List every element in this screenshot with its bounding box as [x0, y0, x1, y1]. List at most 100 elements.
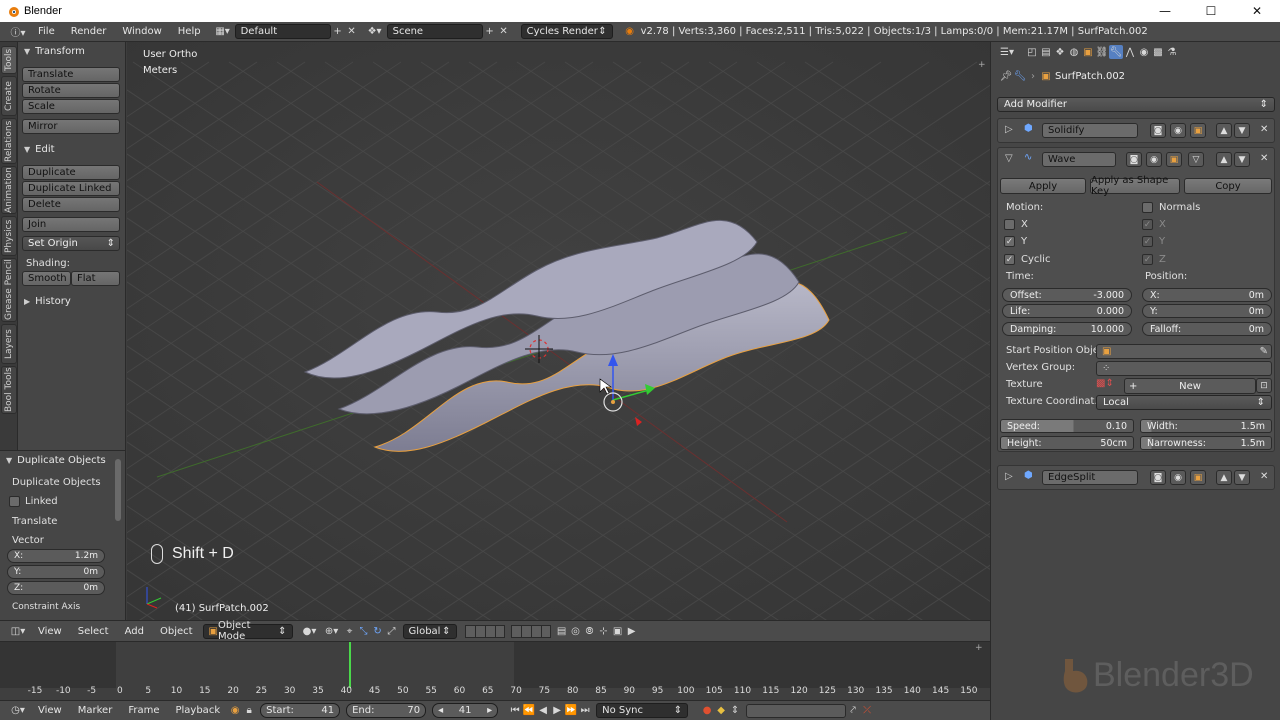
- scene-tab-icon[interactable]: ❖: [1053, 45, 1067, 59]
- render-tab-icon[interactable]: ◰: [1025, 45, 1039, 59]
- remove-modifier-icon[interactable]: ✕: [1260, 471, 1268, 482]
- vertex-group-field[interactable]: ⁘: [1096, 361, 1272, 376]
- add-scene-icon[interactable]: +: [483, 25, 497, 39]
- keying-chevron-icon[interactable]: ⇕: [728, 704, 742, 718]
- close-window-button[interactable]: ✕: [1234, 0, 1280, 22]
- move-down-icon[interactable]: ▼: [1234, 152, 1250, 167]
- remove-modifier-icon[interactable]: ✕: [1260, 153, 1268, 164]
- tab-create[interactable]: Create: [1, 76, 17, 116]
- normals-checkbox[interactable]: [1142, 202, 1153, 213]
- preview-range-icon[interactable]: ◉: [228, 704, 242, 718]
- mirror-button[interactable]: Mirror: [22, 119, 120, 134]
- menu-window[interactable]: Window: [114, 26, 169, 37]
- vector-z-field[interactable]: Z: 0m: [7, 581, 105, 595]
- set-origin-menu[interactable]: Set Origin ⇕: [22, 236, 120, 251]
- transform-panel-header[interactable]: ▼ Transform: [18, 43, 85, 59]
- move-up-icon[interactable]: ▲: [1216, 123, 1232, 138]
- move-up-icon[interactable]: ▲: [1216, 470, 1232, 485]
- editor-type-3d-icon[interactable]: ◫▾: [6, 624, 30, 638]
- world-tab-icon[interactable]: ◍: [1067, 45, 1081, 59]
- damping-field[interactable]: Damping: 10.000: [1002, 322, 1132, 336]
- render-toggle-icon[interactable]: ◙: [1150, 123, 1166, 138]
- tab-physics[interactable]: Physics: [1, 216, 17, 256]
- tab-relations[interactable]: Relations: [1, 118, 17, 164]
- position-x-field[interactable]: X: 0m: [1142, 288, 1272, 302]
- duplicate-linked-button[interactable]: Duplicate Linked: [22, 181, 120, 196]
- minimize-button[interactable]: —: [1142, 0, 1188, 22]
- vector-x-field[interactable]: X: 1.2m: [7, 549, 105, 563]
- pivot-point-icon[interactable]: ⊕▾: [321, 624, 343, 638]
- editor-type-timeline-icon[interactable]: ◷▾: [6, 704, 30, 718]
- timeline-expand-icon[interactable]: +: [975, 643, 983, 653]
- modifiers-tab-icon[interactable]: 🔧︎: [1109, 45, 1123, 59]
- editmode-toggle-icon[interactable]: ▣: [1190, 470, 1206, 485]
- manipulator-toggle-icon[interactable]: ⌖: [343, 624, 357, 638]
- rotate-button[interactable]: Rotate: [22, 83, 120, 98]
- jump-end-icon[interactable]: ⏭: [578, 704, 592, 718]
- add-modifier-menu[interactable]: Add Modifier ⇕: [997, 97, 1275, 112]
- editor-type-properties-icon[interactable]: ☰▾: [995, 45, 1019, 59]
- keying-set-icon[interactable]: ◆: [714, 704, 728, 718]
- end-frame-field[interactable]: End: 70: [346, 703, 427, 718]
- triangle-right-icon[interactable]: ▷: [1005, 471, 1013, 482]
- menu-object[interactable]: Object: [152, 626, 201, 637]
- edit-panel-header[interactable]: ▼ Edit: [18, 141, 55, 157]
- tab-animation[interactable]: Animation: [1, 166, 17, 214]
- texture-tab-icon[interactable]: ▩: [1151, 45, 1165, 59]
- screen-layout-field[interactable]: Default: [234, 24, 331, 39]
- translate-manipulator-icon[interactable]: ⤡: [357, 624, 371, 638]
- layer-lock-icon[interactable]: ▤: [555, 624, 569, 638]
- scene-field[interactable]: Scene: [386, 24, 483, 39]
- render-engine-select[interactable]: Cycles Render ⇕: [520, 24, 613, 39]
- editor-type-info-icon[interactable]: ⓘ▾: [6, 25, 30, 39]
- transform-orientation-select[interactable]: Global ⇕: [402, 623, 457, 639]
- scene-layers-grid[interactable]: [464, 624, 505, 638]
- lock-icon[interactable]: 🔒︎: [242, 704, 256, 718]
- insert-keyframe-icon[interactable]: ⤤: [846, 704, 860, 718]
- viewport-toggle-icon[interactable]: ◉: [1146, 152, 1162, 167]
- falloff-field[interactable]: Falloff: 0m: [1142, 322, 1272, 336]
- interaction-mode-select[interactable]: ▣ Object Mode ⇕: [202, 620, 293, 642]
- data-tab-icon[interactable]: ⋀: [1123, 45, 1137, 59]
- duplicate-objects-panel-header[interactable]: ▼ Duplicate Objects: [0, 452, 106, 468]
- next-keyframe-icon[interactable]: ⏩: [564, 704, 578, 718]
- current-frame-field[interactable]: ◂ 41 ▸: [432, 703, 499, 718]
- render-toggle-icon[interactable]: ◙: [1126, 152, 1142, 167]
- menu-timeline-view[interactable]: View: [30, 705, 70, 716]
- proportional-edit-icon[interactable]: ◎: [569, 624, 583, 638]
- remove-modifier-icon[interactable]: ✕: [1260, 124, 1268, 135]
- menu-file[interactable]: File: [30, 26, 63, 37]
- layers-tab-icon[interactable]: ▤: [1039, 45, 1053, 59]
- width-slider[interactable]: Width: 1.5m: [1140, 419, 1272, 433]
- current-frame-indicator[interactable]: [349, 642, 351, 688]
- menu-view[interactable]: View: [30, 626, 70, 637]
- new-texture-button[interactable]: + New: [1124, 378, 1256, 394]
- start-position-object-field[interactable]: ▣ ✎: [1096, 344, 1272, 359]
- active-keying-set-field[interactable]: [746, 703, 847, 718]
- join-button[interactable]: Join: [22, 217, 120, 232]
- render-toggle-icon[interactable]: ◙: [1150, 470, 1166, 485]
- viewport-toggle-icon[interactable]: ◉: [1170, 123, 1186, 138]
- delete-button[interactable]: Delete: [22, 197, 120, 212]
- prev-keyframe-icon[interactable]: ⏪: [522, 704, 536, 718]
- material-tab-icon[interactable]: ◉: [1137, 45, 1151, 59]
- menu-help[interactable]: Help: [170, 26, 209, 37]
- viewport-shading-icon[interactable]: ●▾: [299, 624, 321, 638]
- texture-settings-icon[interactable]: ⊡: [1256, 378, 1272, 393]
- pin-icon[interactable]: 📌︎: [999, 69, 1013, 83]
- offset-field[interactable]: Offset: -3.000: [1002, 288, 1132, 302]
- viewport-toggle-icon[interactable]: ◉: [1170, 470, 1186, 485]
- remove-scene-icon[interactable]: ✕: [497, 25, 511, 39]
- cyclic-checkbox[interactable]: ✓: [1004, 254, 1015, 265]
- menu-add[interactable]: Add: [117, 626, 152, 637]
- apply-button[interactable]: Apply: [1000, 178, 1086, 194]
- vector-y-field[interactable]: Y: 0m: [7, 565, 105, 579]
- normal-x-checkbox[interactable]: ✓: [1142, 219, 1153, 230]
- render-animation-icon[interactable]: ▶: [625, 624, 639, 638]
- menu-playback[interactable]: Playback: [167, 705, 228, 716]
- texture-coordinates-select[interactable]: Local ⇕: [1096, 395, 1272, 410]
- cage-toggle-icon[interactable]: ▽: [1188, 152, 1204, 167]
- life-field[interactable]: Life: 0.000: [1002, 304, 1132, 318]
- menu-select[interactable]: Select: [70, 626, 117, 637]
- play-icon[interactable]: ▶: [550, 704, 564, 718]
